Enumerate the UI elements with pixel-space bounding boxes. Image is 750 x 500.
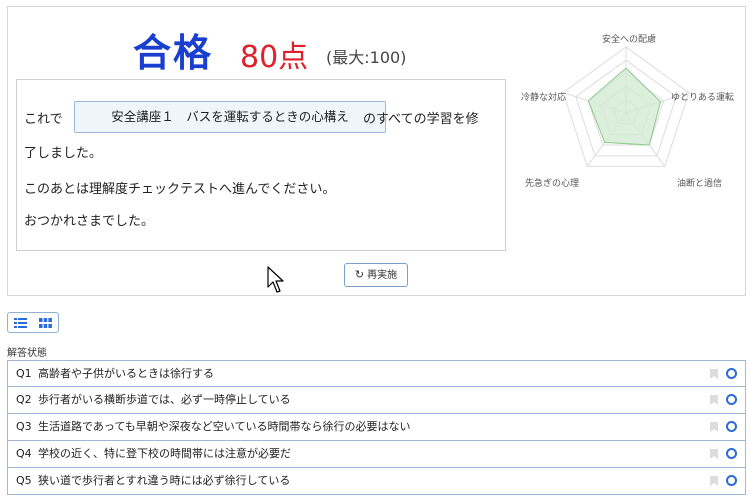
answer-row[interactable]: Q2 歩行者がいる横断歩道では、必ず一時停止している <box>7 387 746 414</box>
question-number: Q5 <box>16 474 32 487</box>
bookmark-icon[interactable] <box>710 449 718 459</box>
answer-status-label: 解答状態 <box>7 348 47 359</box>
answer-row[interactable]: Q5 狭い道で歩行者とすれ違う時には必ず徐行している <box>7 468 746 495</box>
question-number: Q2 <box>16 393 32 406</box>
question-number: Q3 <box>16 420 32 433</box>
pass-label: 合格 <box>133 31 214 75</box>
answer-status-circle-icon <box>726 394 737 405</box>
answer-row[interactable]: Q4 学校の近く、特に登下校の時間帯には注意が必要だ <box>7 441 746 468</box>
answer-status-circle-icon <box>726 475 737 486</box>
question-text: 生活道路であっても早朝や深夜など空いている時間帯なら徐行の必要はない <box>38 420 411 433</box>
view-toggle <box>7 312 59 333</box>
message-line-2: 了しました。 <box>24 146 103 161</box>
list-view-button[interactable] <box>8 313 33 332</box>
score-max: (最大:100) <box>326 48 407 67</box>
message-line-4: おつかれさまでした。 <box>24 214 155 229</box>
radar-label-carelessness: 油断と過信 <box>677 179 723 189</box>
list-view-icon <box>14 317 27 328</box>
result-card: 合格 80点 (最大:100) これで 安全講座１ バスを運転するときの心構え … <box>7 6 746 296</box>
question-text: 狭い道で歩行者とすれ違う時には必ず徐行している <box>38 474 291 487</box>
question-text: 歩行者がいる横断歩道では、必ず一時停止している <box>38 393 291 406</box>
bookmark-icon[interactable] <box>710 395 718 405</box>
bookmark-icon[interactable] <box>710 369 718 379</box>
radar-chart: 安全への配慮 ゆとりある運転 油断と過信 先急ぎの心理 冷静な対応 <box>511 15 741 195</box>
radar-label-hurry: 先急ぎの心理 <box>525 179 580 189</box>
radar-label-calm: 冷静な対応 <box>521 93 567 103</box>
answer-row[interactable]: Q3 生活道路であっても早朝や深夜など空いている時間帯なら徐行の必要はない <box>7 414 746 441</box>
radar-label-relaxed-driving: ゆとりある運転 <box>671 93 735 103</box>
redo-button-label: 再実施 <box>367 270 398 281</box>
question-text: 学校の近く、特に登下校の時間帯には注意が必要だ <box>38 447 291 460</box>
bookmark-icon[interactable] <box>710 422 718 432</box>
bookmark-icon[interactable] <box>710 476 718 486</box>
answer-status-circle-icon <box>726 448 737 459</box>
message-suffix: のすべての学習を修 <box>363 112 479 127</box>
mouse-cursor-icon <box>267 266 284 293</box>
redo-icon: ↻ <box>354 268 365 281</box>
answer-status-circle-icon <box>726 421 737 432</box>
question-number: Q4 <box>16 447 32 460</box>
answer-status-circle-icon <box>726 368 737 379</box>
message-prefix: これで <box>24 112 63 127</box>
redo-button[interactable]: ↻ 再実施 <box>344 263 408 287</box>
completion-message: これで 安全講座１ バスを運転するときの心構え のすべての学習を修 了しました。… <box>16 79 506 251</box>
answer-list: Q1 高齢者や子供がいるときは徐行する Q2 歩行者がいる横断歩道では、必ず一時… <box>7 360 746 495</box>
grid-view-icon <box>39 317 52 328</box>
score-value: 80点 <box>240 40 309 75</box>
question-text: 高齢者や子供がいるときは徐行する <box>38 367 214 380</box>
question-number: Q1 <box>16 367 32 380</box>
radar-label-safety: 安全への配慮 <box>602 35 657 45</box>
answer-row[interactable]: Q1 高齢者や子供がいるときは徐行する <box>7 360 746 387</box>
grid-view-button[interactable] <box>33 313 58 332</box>
course-name-chip: 安全講座１ バスを運転するときの心構え <box>74 101 386 133</box>
message-line-3: このあとは理解度チェックテストへ進んでください。 <box>24 182 336 197</box>
